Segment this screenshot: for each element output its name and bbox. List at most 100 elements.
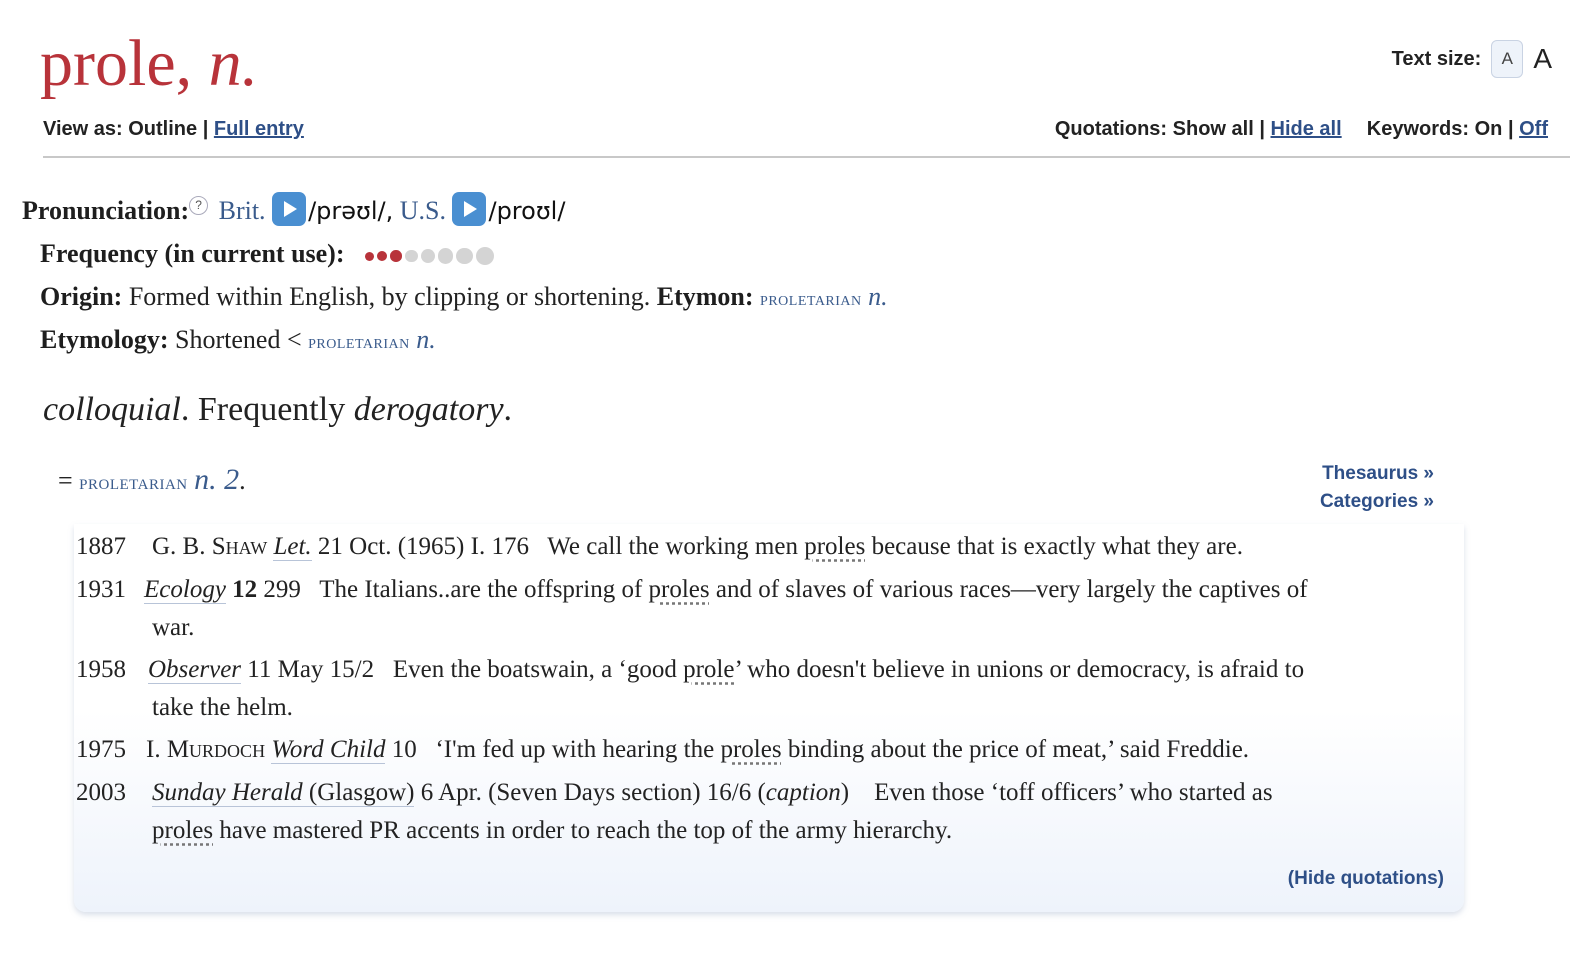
etymon-word: proletarian bbox=[760, 288, 862, 310]
quotation-continuation: take the helm. bbox=[152, 694, 293, 721]
quotation-citation: 10 bbox=[385, 736, 417, 763]
pronunciation-row: Pronunciation:? Brit. /prəʊl/, U.S. /pro… bbox=[22, 192, 565, 227]
frequency-dot bbox=[437, 248, 454, 264]
quotation-source-title-extra: (Glasgow) bbox=[302, 779, 415, 806]
quotation-source-title[interactable]: Word Child bbox=[271, 736, 386, 764]
hide-quotations-link[interactable]: (Hide quotations) bbox=[1288, 868, 1444, 890]
quotation-year: 1958 bbox=[76, 656, 126, 683]
origin-label: Origin: bbox=[40, 282, 123, 311]
quotations-panel: 1887 G. B. Shaw Let. 21 Oct. (1965) I. 1… bbox=[74, 524, 1464, 912]
quotation-citation: 11 May 15/2 bbox=[241, 656, 375, 683]
frequency-dot bbox=[404, 249, 418, 263]
quotation-keyword[interactable]: proles bbox=[720, 736, 781, 763]
quotation-text-after: have mastered PR accents in order to rea… bbox=[213, 817, 953, 844]
register-label: colloquial bbox=[43, 391, 181, 428]
quotation-text-after: binding about the price of meat,’ said F… bbox=[781, 736, 1250, 763]
quotation-year: 1931 bbox=[76, 576, 126, 603]
quotation-text-before: Even those ‘toff officers’ who started a… bbox=[874, 779, 1273, 806]
quotation-item: 1931 Ecology 12 299 The Italians..are th… bbox=[74, 571, 1449, 647]
quotation-item: 1975 I. Murdoch Word Child 10 ‘I'm fed u… bbox=[74, 731, 1449, 769]
quotations-show-all-current: Show all bbox=[1172, 118, 1254, 140]
keywords-on-current: On bbox=[1474, 118, 1503, 140]
thesaurus-link[interactable]: Thesaurus » bbox=[1320, 460, 1434, 488]
quotation-continuation: war. bbox=[152, 614, 195, 641]
hide-all-quotations-link[interactable]: Hide all bbox=[1271, 118, 1342, 140]
quotation-text-after: and of slaves of various races—very larg… bbox=[709, 576, 1308, 603]
quotations-separator: | bbox=[1259, 118, 1265, 140]
quotation-source-title[interactable]: Sunday Herald (Glasgow) bbox=[152, 779, 415, 807]
quotation-citation: 299 bbox=[257, 576, 301, 603]
frequency-indicator[interactable] bbox=[365, 246, 495, 266]
pronunciation-label: Pronunciation: bbox=[22, 196, 190, 225]
quotation-continuation: proles have mastered PR accents in order… bbox=[152, 812, 1449, 850]
quotation-author: Murdoch bbox=[166, 736, 266, 763]
etymology-text: Shortened < bbox=[175, 325, 302, 354]
keywords-off-link[interactable]: Off bbox=[1519, 118, 1548, 140]
us-ipa: /proʊl/ bbox=[488, 197, 566, 225]
frequency-label: Frequency (in current use): bbox=[40, 239, 345, 268]
quotation-year: 2003 bbox=[76, 779, 126, 806]
full-entry-link[interactable]: Full entry bbox=[214, 118, 304, 140]
display-controls: Quotations: Show all | Hide all Keywords… bbox=[1055, 118, 1548, 141]
sense-label-end: . bbox=[503, 391, 513, 428]
quotation-keyword[interactable]: proles bbox=[152, 817, 213, 844]
etymon-link[interactable]: proletarian n. bbox=[760, 282, 888, 311]
quotation-source-title-text: Sunday Herald bbox=[152, 779, 303, 806]
brit-label: Brit. bbox=[218, 196, 266, 225]
quotation-year: 1887 bbox=[76, 533, 126, 560]
quotation-keyword[interactable]: proles bbox=[649, 576, 710, 603]
frequency-dot bbox=[476, 246, 495, 266]
quotation-text-before: ‘I'm fed up with hearing the bbox=[435, 736, 721, 763]
frequency-dot bbox=[365, 251, 374, 261]
etymology-pos: n. bbox=[416, 325, 436, 354]
quotation-author-prefix: G. B. bbox=[152, 533, 212, 560]
frequency-dot bbox=[456, 247, 474, 265]
quotation-citation: 6 Apr. (Seven Days section) 16/6 ( bbox=[414, 779, 766, 806]
headword-text: prole, bbox=[40, 27, 193, 100]
cross-reference-link[interactable]: proletarian n. 2 bbox=[79, 463, 239, 496]
quotation-item: 2003 Sunday Herald (Glasgow) 6 Apr. (Sev… bbox=[74, 774, 1449, 850]
quotation-text-before: Even the boatswain, a ‘good bbox=[392, 656, 684, 683]
quotation-citation-italic: caption bbox=[765, 779, 841, 806]
play-audio-us-icon[interactable] bbox=[452, 192, 487, 226]
frequency-dot bbox=[390, 250, 402, 262]
xref-word: proletarian bbox=[79, 469, 188, 494]
part-of-speech: n. bbox=[208, 27, 259, 100]
brit-ipa: /prəʊl/, bbox=[308, 197, 394, 225]
quotation-citation: 21 Oct. (1965) I. 176 bbox=[311, 533, 529, 560]
quotation-year: 1975 bbox=[76, 736, 126, 763]
xref-end: . bbox=[239, 466, 246, 495]
frequency-row: Frequency (in current use): bbox=[40, 238, 495, 270]
sense-label: colloquial. Frequently derogatory. bbox=[43, 388, 512, 432]
quotations-label: Quotations: bbox=[1054, 118, 1168, 140]
text-size-small-button[interactable]: A bbox=[1491, 40, 1524, 78]
text-size-control: Text size: A A bbox=[1392, 40, 1552, 78]
play-audio-brit-icon[interactable] bbox=[272, 192, 307, 226]
frequency-dot bbox=[377, 250, 388, 262]
etymology-link[interactable]: proletarian n. bbox=[308, 325, 436, 354]
header-divider bbox=[43, 156, 1570, 158]
etymology-word: proletarian bbox=[308, 331, 410, 353]
quotation-text-after: ’ who doesn't believe in unions or democ… bbox=[734, 656, 1305, 683]
quotation-volume: 12 bbox=[232, 576, 258, 603]
quotation-item: 1958 Observer 11 May 15/2 Even the boats… bbox=[74, 651, 1449, 727]
headword: prole, n. bbox=[40, 24, 258, 104]
quotation-citation-end: ) bbox=[840, 779, 850, 806]
quotation-keyword[interactable]: proles bbox=[804, 533, 865, 560]
us-label: U.S. bbox=[399, 196, 446, 225]
view-separator: | bbox=[202, 118, 209, 140]
quotation-text-before: We call the working men bbox=[547, 533, 805, 560]
text-size-large-button[interactable]: A bbox=[1533, 43, 1552, 75]
keywords-label: Keywords: bbox=[1366, 118, 1470, 140]
etymon-pos: n. bbox=[868, 282, 888, 311]
view-as-label: View as: bbox=[43, 118, 123, 140]
help-icon[interactable]: ? bbox=[189, 196, 209, 215]
quotation-source-title[interactable]: Ecology bbox=[144, 576, 226, 604]
quotation-source-title[interactable]: Let. bbox=[273, 533, 312, 561]
categories-link[interactable]: Categories » bbox=[1320, 488, 1434, 516]
quotation-source-title[interactable]: Observer bbox=[148, 656, 242, 684]
usage-label: derogatory bbox=[353, 391, 504, 428]
etymology-row: Etymology: Shortened < proletarian n. bbox=[40, 324, 436, 358]
quotation-keyword[interactable]: prole bbox=[683, 656, 734, 683]
quotation-text-after: because that is exactly what they are. bbox=[865, 533, 1243, 560]
